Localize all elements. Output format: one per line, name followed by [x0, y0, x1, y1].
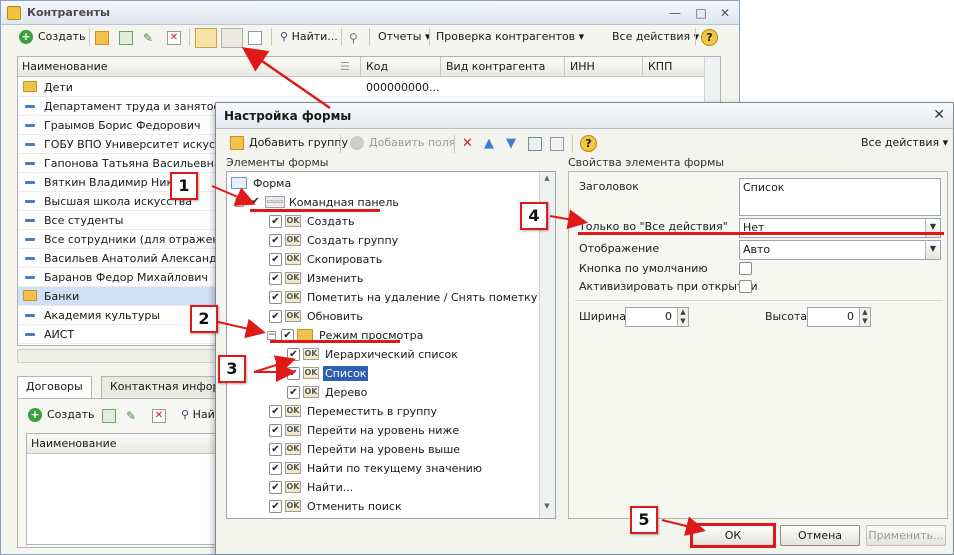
callout-5: 5 — [630, 506, 658, 534]
callout-3: 3 — [218, 355, 246, 383]
underline-only-all-actions — [578, 232, 944, 235]
callout-4: 4 — [520, 202, 548, 230]
ok-highlight-frame — [690, 523, 776, 548]
annotation-arrows — [211, 47, 706, 536]
underline-command-panel — [250, 209, 380, 212]
callout-2: 2 — [190, 305, 218, 333]
callout-1: 1 — [170, 172, 198, 200]
underline-view-mode — [270, 340, 400, 343]
